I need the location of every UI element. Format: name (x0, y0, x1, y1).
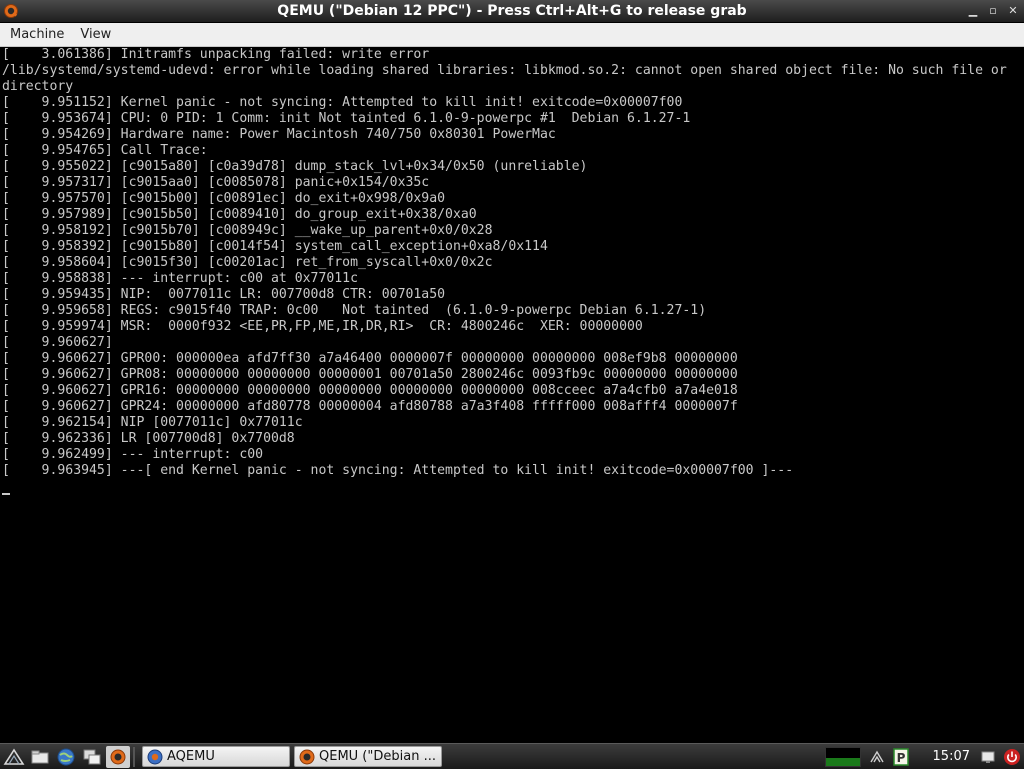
menu-machine[interactable]: Machine (0, 23, 72, 46)
aqemu-icon (146, 748, 164, 766)
menu-bar: Machine View (0, 23, 1024, 47)
console-line: [ 9.958192] [c9015b70] [c008949c] __wake… (2, 223, 493, 238)
show-desktop-icon[interactable] (80, 746, 104, 768)
console-line: /lib/systemd/systemd-udevd: error while … (2, 63, 1007, 78)
task-label: AQEMU (167, 749, 215, 764)
console-line: [ 9.960627] GPR00: 000000ea afd7ff30 a7a… (2, 351, 738, 366)
clock[interactable]: 15:07 (933, 749, 970, 764)
qemu-icon (298, 748, 316, 766)
console-line: [ 9.962336] LR [007700d8] 0x7700d8 (2, 431, 295, 446)
console-line: [ 9.959435] NIP: 0077011c LR: 007700d8 C… (2, 287, 446, 302)
console-line: [ 9.958604] [c9015f30] [c00201ac] ret_fr… (2, 255, 493, 270)
window-title: QEMU ("Debian 12 PPC") - Press Ctrl+Alt+… (277, 3, 747, 19)
window-controls: ▁ ▫ ✕ (966, 0, 1020, 22)
volume-icon[interactable] (916, 748, 924, 766)
taskbar: AQEMU QEMU ("Debian ... P 15:07 (0, 743, 1024, 769)
console-line: [ 9.962499] --- interrupt: c00 (2, 447, 264, 462)
console-line: [ 9.960627] GPR24: 00000000 afd80778 000… (2, 399, 738, 414)
console-line: [ 9.958838] --- interrupt: c00 at 0x7701… (2, 271, 359, 286)
console-line: [ 9.957317] [c9015aa0] [c0085078] panic+… (2, 175, 430, 190)
pidgin-icon[interactable]: P (892, 747, 910, 766)
console-line: [ 3.061386] Initramfs unpacking failed: … (2, 47, 430, 62)
console-line: [ 9.959974] MSR: 0000f932 <EE,PR,FP,ME,I… (2, 319, 643, 334)
task-label: QEMU ("Debian ... (319, 749, 436, 764)
console-line: [ 9.957570] [c9015b00] [c00891ec] do_exi… (2, 191, 446, 206)
task-qemu[interactable]: QEMU ("Debian ... (294, 746, 442, 767)
taskbar-separator (133, 746, 135, 767)
web-browser-icon[interactable] (54, 746, 78, 768)
console-line: [ 9.954765] Call Trace: (2, 143, 208, 158)
console-line: [ 9.960627] (2, 335, 113, 350)
console-line: [ 9.963945] ---[ end Kernel panic - not … (2, 463, 794, 478)
svg-text:P: P (896, 751, 905, 765)
start-menu-icon[interactable] (2, 746, 26, 768)
system-tray: P 15:07 (824, 744, 1024, 769)
console-line: [ 9.953674] CPU: 0 PID: 1 Comm: init Not… (2, 111, 691, 126)
menu-view[interactable]: View (72, 23, 119, 46)
cpu-meter[interactable] (824, 746, 861, 767)
console-line: [ 9.960627] GPR16: 00000000 00000000 000… (2, 383, 738, 398)
qemu-icon (3, 3, 19, 19)
console-line: [ 9.955022] [c9015a80] [c0a39d78] dump_s… (2, 159, 588, 174)
console-line: [ 9.960627] GPR08: 00000000 00000000 000… (2, 367, 738, 382)
guest-console[interactable]: [ 3.061386] Initramfs unpacking failed: … (0, 47, 1024, 743)
console-line: directory (2, 79, 74, 94)
lock-screen-icon[interactable] (979, 748, 997, 766)
file-manager-icon[interactable] (28, 746, 52, 768)
task-aqemu[interactable]: AQEMU (142, 746, 290, 767)
qemu-launcher-icon[interactable] (106, 745, 130, 768)
console-line: [ 9.959658] REGS: c9015f40 TRAP: 0c00 No… (2, 303, 707, 318)
console-line: [ 9.957989] [c9015b50] [c0089410] do_gro… (2, 207, 477, 222)
close-icon[interactable]: ✕ (1006, 4, 1020, 18)
window-titlebar[interactable]: QEMU ("Debian 12 PPC") - Press Ctrl+Alt+… (0, 0, 1024, 23)
minimize-icon[interactable]: ▁ (966, 4, 980, 18)
console-line: [ 9.951152] Kernel panic - not syncing: … (2, 95, 683, 110)
power-icon[interactable] (1003, 748, 1021, 766)
text-cursor (2, 493, 10, 495)
console-line: [ 9.958392] [c9015b80] [c0014f54] system… (2, 239, 548, 254)
cpu-usage-fill (825, 758, 860, 766)
network-icon[interactable] (868, 748, 886, 766)
maximize-icon[interactable]: ▫ (986, 4, 1000, 18)
console-line: [ 9.962154] NIP [0077011c] 0x77011c (2, 415, 303, 430)
console-line: [ 9.954269] Hardware name: Power Macinto… (2, 127, 556, 142)
